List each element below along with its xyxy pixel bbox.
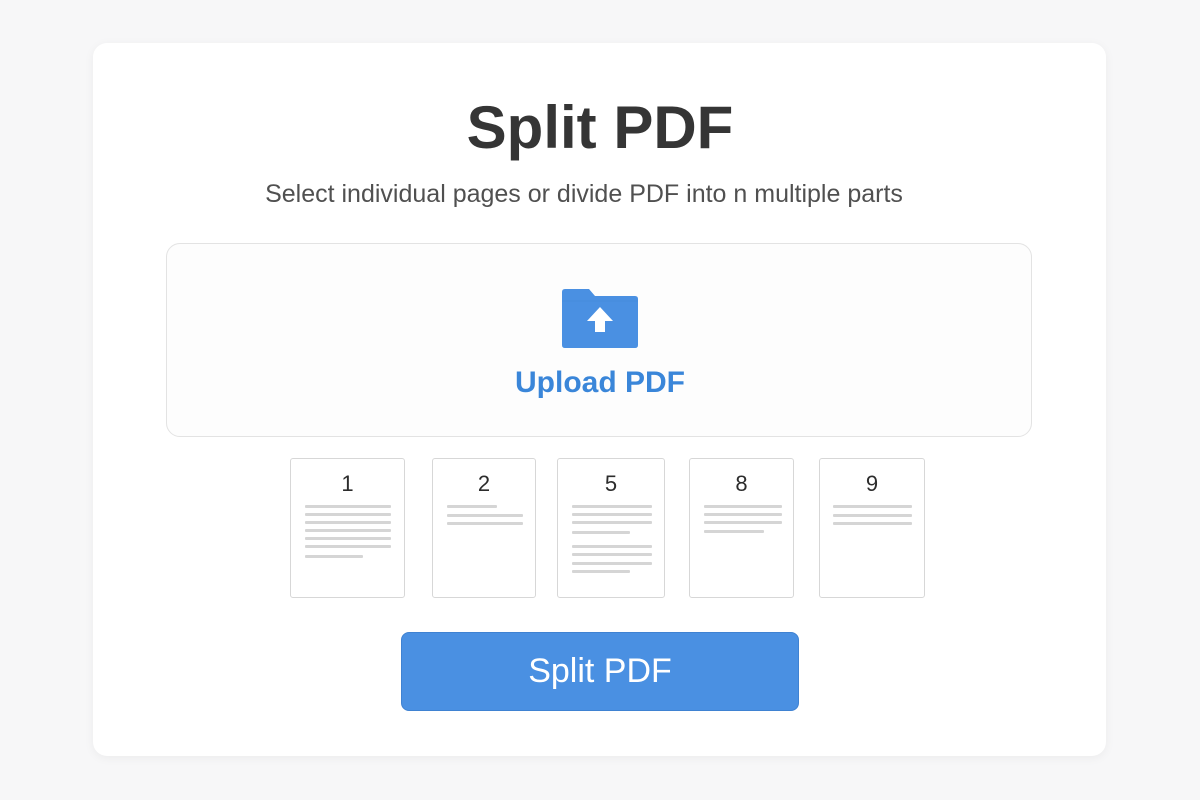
text-line [572, 513, 652, 516]
text-line [704, 513, 782, 516]
text-line [305, 521, 391, 524]
text-line [305, 529, 391, 532]
folder-upload-icon[interactable] [561, 287, 639, 349]
page-thumbnail-2[interactable]: 2 [432, 458, 536, 598]
page-title: Split PDF [466, 94, 734, 161]
page-number: 9 [865, 471, 879, 496]
text-line [305, 537, 391, 540]
split-pdf-button[interactable]: Split PDF [401, 632, 799, 711]
text-line [447, 505, 497, 508]
page-number: 8 [735, 471, 748, 496]
text-line [704, 521, 782, 524]
text-line [704, 530, 764, 533]
text-line [305, 513, 391, 516]
text-line [572, 505, 652, 508]
text-line [833, 505, 912, 508]
text-line [572, 562, 652, 565]
page-number: 2 [477, 471, 491, 496]
page-thumbnail-1[interactable]: 1 [290, 458, 405, 598]
text-line [305, 505, 391, 508]
text-line [572, 553, 652, 556]
text-line [447, 514, 523, 517]
text-line [833, 514, 912, 517]
text-line [305, 545, 391, 548]
text-line [305, 555, 363, 558]
text-line [572, 521, 652, 524]
text-line [447, 522, 523, 525]
upload-pdf-label[interactable]: Upload PDF [0, 366, 1200, 400]
page-subtitle: Select individual pages or divide PDF in… [265, 180, 903, 208]
text-line [572, 545, 652, 548]
page-thumbnail-8[interactable]: 8 [689, 458, 794, 598]
page-number: 5 [604, 471, 618, 496]
page-thumbnail-5[interactable]: 5 [557, 458, 665, 598]
page-thumbnail-9[interactable]: 9 [819, 458, 925, 598]
text-line [572, 570, 630, 573]
page-number: 1 [341, 471, 354, 496]
text-line [704, 505, 782, 508]
text-line [833, 522, 912, 525]
text-line [572, 531, 630, 534]
